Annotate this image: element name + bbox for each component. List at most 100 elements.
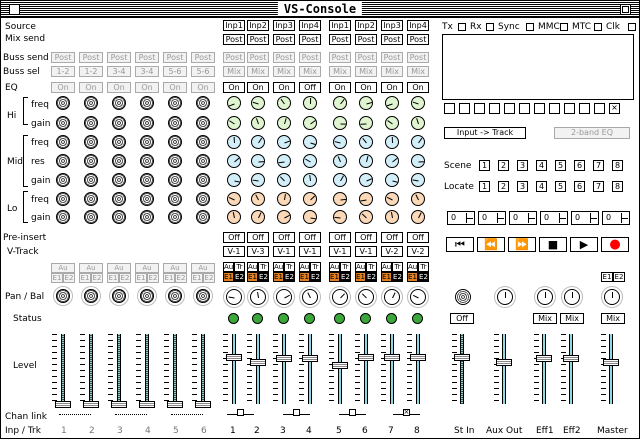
e1-button[interactable]: E1 bbox=[273, 272, 284, 282]
pan-knob-icon[interactable] bbox=[196, 289, 210, 303]
v-track-button[interactable]: V-1 bbox=[223, 246, 245, 257]
v-track-button[interactable]: V-3 bbox=[247, 246, 269, 257]
track-label[interactable]: Tr bbox=[234, 262, 245, 272]
master-pan-knob-icon[interactable] bbox=[537, 289, 553, 305]
master-pan-knob-icon[interactable] bbox=[564, 289, 580, 305]
eq-on-button[interactable]: On bbox=[355, 82, 377, 93]
eq-knob-icon[interactable] bbox=[411, 135, 425, 149]
e2-button[interactable]: E2 bbox=[418, 272, 429, 282]
eq-knob-icon[interactable] bbox=[112, 135, 126, 149]
e1-button[interactable]: E1 bbox=[299, 272, 310, 282]
pan-knob-icon[interactable] bbox=[226, 289, 242, 305]
eq-knob-icon[interactable] bbox=[303, 173, 317, 187]
eq-knob-icon[interactable] bbox=[411, 173, 425, 187]
indicator-square[interactable] bbox=[474, 103, 485, 114]
mix-send-button[interactable]: Post bbox=[381, 34, 403, 45]
status-led-icon[interactable] bbox=[360, 313, 371, 324]
status-led-icon[interactable] bbox=[252, 313, 263, 324]
indicator-square[interactable] bbox=[534, 103, 545, 114]
chan-link-pair[interactable] bbox=[171, 407, 203, 415]
transport-record-button[interactable]: ● bbox=[601, 237, 629, 252]
eq-knob-icon[interactable] bbox=[112, 210, 126, 224]
chan-link-pair[interactable] bbox=[227, 407, 254, 416]
eq-on-button[interactable]: On bbox=[273, 82, 295, 93]
source-button[interactable]: Inp1 bbox=[329, 20, 351, 31]
eq-knob-icon[interactable] bbox=[168, 210, 182, 224]
fader-cap[interactable] bbox=[384, 354, 400, 361]
eq-knob-icon[interactable] bbox=[385, 154, 399, 168]
eq-knob-icon[interactable] bbox=[168, 135, 182, 149]
pan-knob-icon[interactable] bbox=[302, 289, 318, 305]
eq-knob-icon[interactable] bbox=[140, 173, 154, 187]
eq-knob-icon[interactable] bbox=[196, 210, 210, 224]
eq-knob-icon[interactable] bbox=[56, 154, 70, 168]
indicator-square[interactable] bbox=[549, 103, 560, 114]
fader-cap[interactable] bbox=[250, 359, 266, 366]
title-bar[interactable]: VS-Console bbox=[1, 1, 639, 18]
pre-insert-button[interactable]: Off bbox=[223, 232, 245, 243]
source-button[interactable]: Inp4 bbox=[407, 20, 429, 31]
eq-knob-icon[interactable] bbox=[168, 154, 182, 168]
eq-knob-icon[interactable] bbox=[251, 192, 265, 206]
mix-send-button[interactable]: Post bbox=[355, 34, 377, 45]
zoom-box-icon[interactable] bbox=[620, 4, 631, 15]
scene-button[interactable]: 5 bbox=[555, 160, 566, 171]
eq-knob-icon[interactable] bbox=[227, 116, 241, 130]
aux-label[interactable]: Au bbox=[247, 262, 258, 272]
track-label[interactable]: Tr bbox=[366, 262, 377, 272]
pan-knob-icon[interactable] bbox=[112, 289, 126, 303]
v-track-button[interactable]: V-2 bbox=[407, 246, 429, 257]
pan-knob-icon[interactable] bbox=[250, 289, 266, 305]
eq-knob-icon[interactable] bbox=[303, 210, 317, 224]
chan-link-pair[interactable] bbox=[339, 407, 366, 416]
aux-label[interactable]: Au bbox=[329, 262, 340, 272]
transport-fast-forward-button[interactable]: ⏩ bbox=[508, 237, 536, 252]
eq-knob-icon[interactable] bbox=[385, 96, 399, 110]
eq-knob-icon[interactable] bbox=[56, 116, 70, 130]
eq-knob-icon[interactable] bbox=[112, 192, 126, 206]
transport-rewind-button[interactable]: ⏪ bbox=[477, 237, 505, 252]
eq-knob-icon[interactable] bbox=[56, 135, 70, 149]
v-track-button[interactable]: V-1 bbox=[355, 246, 377, 257]
master-e1-button[interactable]: E1 bbox=[601, 272, 613, 282]
v-track-button[interactable]: V-1 bbox=[299, 246, 321, 257]
mix-send-button[interactable]: Post bbox=[407, 34, 429, 45]
pan-knob-icon[interactable] bbox=[168, 289, 182, 303]
master-pan-knob-icon[interactable] bbox=[455, 289, 471, 305]
eq-knob-icon[interactable] bbox=[251, 154, 265, 168]
transport-play-button[interactable]: ▶ bbox=[570, 237, 598, 252]
time-spinner[interactable]: 0 bbox=[447, 211, 475, 225]
fader-cap[interactable] bbox=[332, 362, 348, 369]
eq-knob-icon[interactable] bbox=[277, 210, 291, 224]
e1-button[interactable]: E1 bbox=[223, 272, 234, 282]
eq-knob-icon[interactable] bbox=[140, 192, 154, 206]
sync-checkbox[interactable] bbox=[526, 23, 534, 31]
e2-button[interactable]: E2 bbox=[310, 272, 321, 282]
e2-button[interactable]: E2 bbox=[340, 272, 351, 282]
master-status-button[interactable]: Mix bbox=[601, 313, 625, 324]
e1-button[interactable]: E1 bbox=[355, 272, 366, 282]
eq-on-button[interactable]: On bbox=[247, 82, 269, 93]
eq-knob-icon[interactable] bbox=[385, 192, 399, 206]
aux-label[interactable]: Au bbox=[273, 262, 284, 272]
locate-button[interactable]: 1 bbox=[479, 181, 490, 192]
aux-label[interactable]: Au bbox=[407, 262, 418, 272]
eq-knob-icon[interactable] bbox=[359, 210, 373, 224]
aux-label[interactable]: Au bbox=[299, 262, 310, 272]
eq-knob-icon[interactable] bbox=[359, 192, 373, 206]
transport-stop-button[interactable]: ■ bbox=[539, 237, 567, 252]
chan-link-pair[interactable] bbox=[115, 407, 147, 415]
status-led-icon[interactable] bbox=[386, 313, 397, 324]
close-box-icon[interactable] bbox=[9, 4, 20, 15]
pre-insert-button[interactable]: Off bbox=[273, 232, 295, 243]
eq-knob-icon[interactable] bbox=[333, 135, 347, 149]
locate-button[interactable]: 6 bbox=[574, 181, 585, 192]
eff2-status-button[interactable]: Mix bbox=[560, 313, 584, 324]
time-spinner[interactable]: 0 bbox=[540, 211, 568, 225]
locate-button[interactable]: 7 bbox=[593, 181, 604, 192]
master-pan-knob-icon[interactable] bbox=[497, 289, 513, 305]
eq-knob-icon[interactable] bbox=[168, 173, 182, 187]
status-led-icon[interactable] bbox=[304, 313, 315, 324]
eq-knob-icon[interactable] bbox=[84, 116, 98, 130]
eq-knob-icon[interactable] bbox=[56, 210, 70, 224]
